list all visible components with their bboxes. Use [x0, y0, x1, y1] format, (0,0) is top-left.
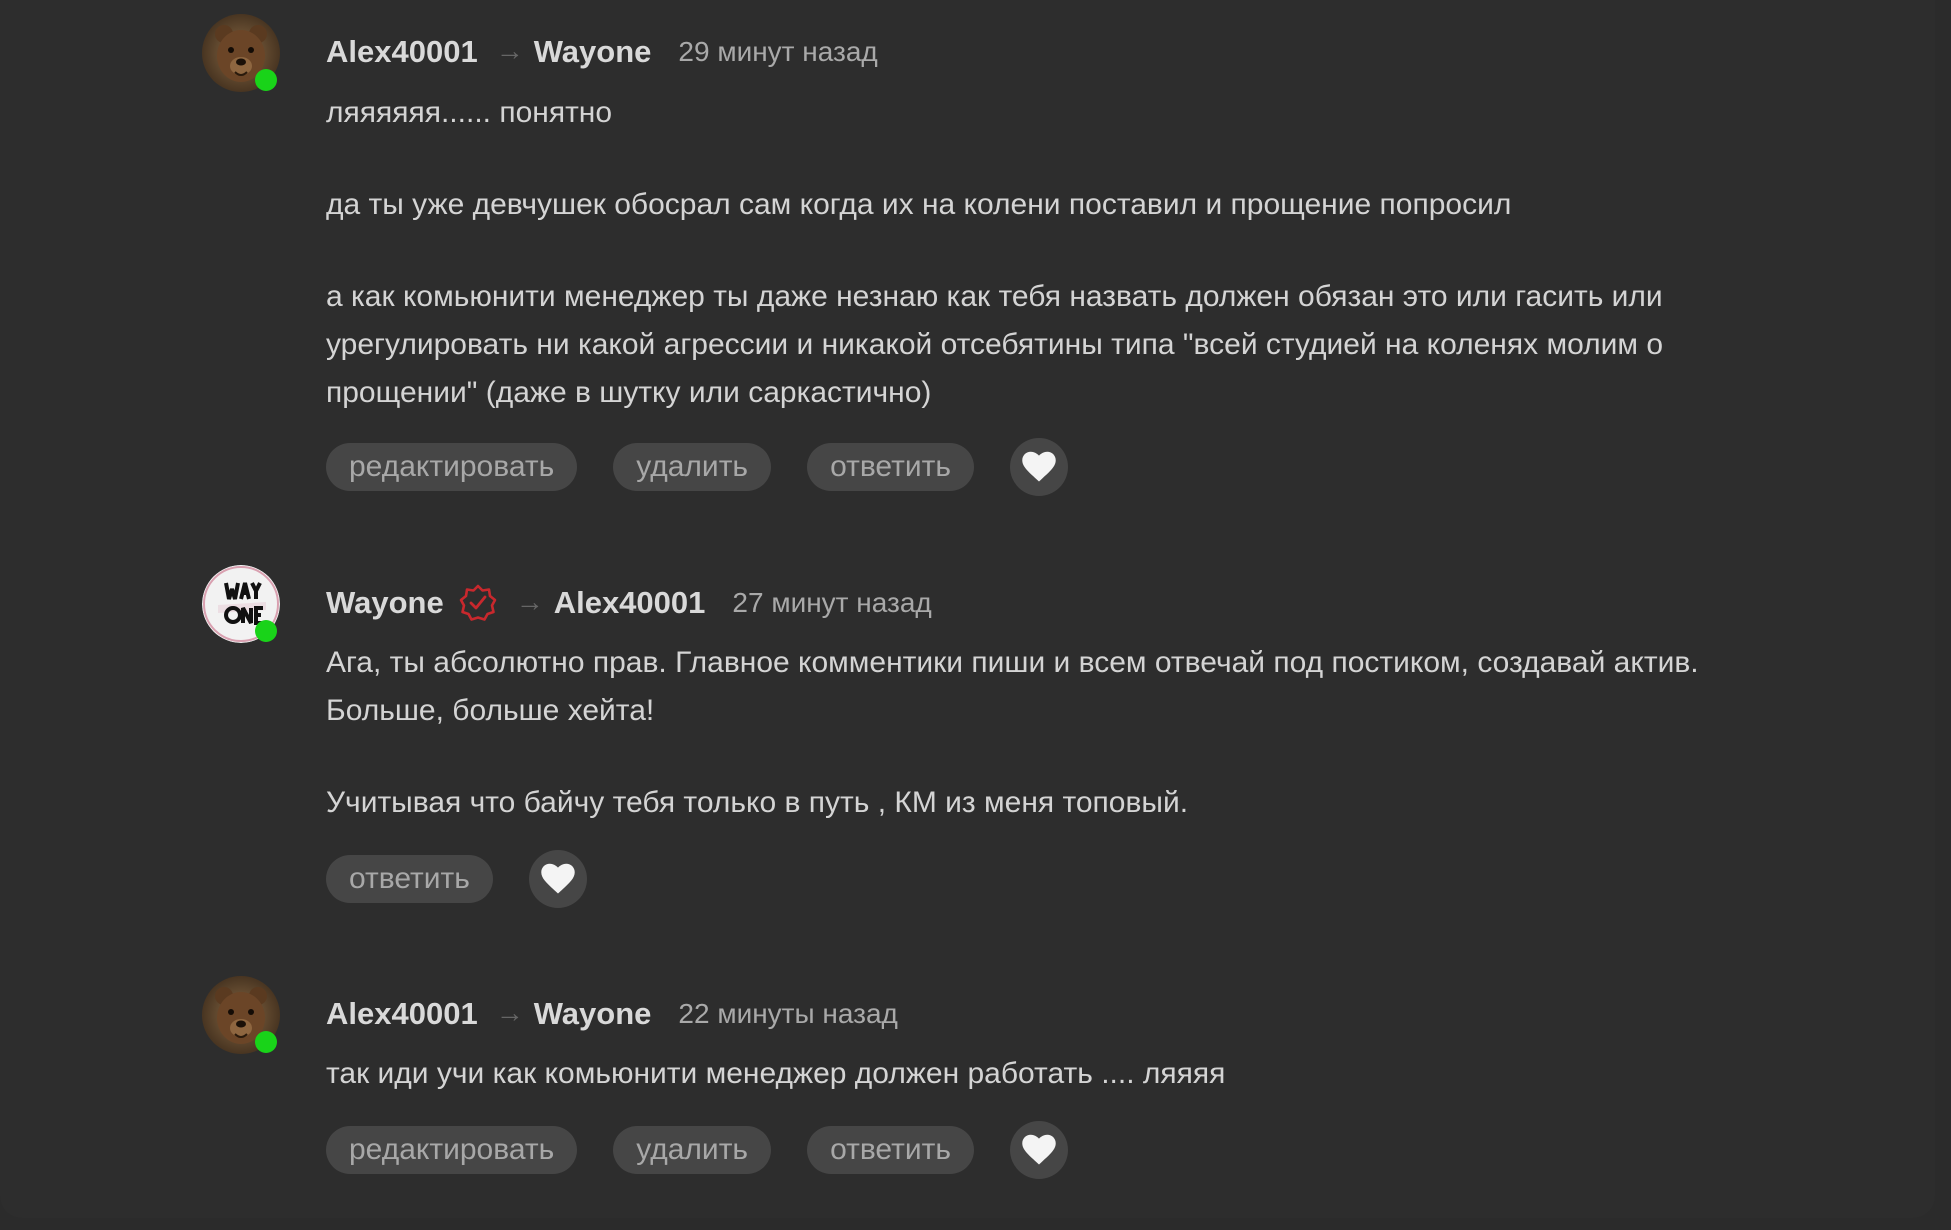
comment-header: Alex40001 → Wayone 29 минут назад	[326, 32, 878, 72]
comment-paragraph: Учитывая что байчу тебя только в путь , …	[326, 786, 1189, 819]
reply-arrow-icon: →	[515, 586, 544, 617]
like-button[interactable]	[1010, 438, 1068, 496]
comment-actions: редактировать удалить ответить	[326, 1121, 1068, 1179]
comment-actions: ответить	[326, 850, 587, 908]
verified-badge-icon	[459, 584, 497, 621]
reply-button[interactable]: ответить	[807, 443, 974, 491]
reply-arrow-icon: →	[495, 35, 524, 66]
reply-button[interactable]: ответить	[807, 1126, 974, 1174]
avatar[interactable]	[202, 565, 280, 643]
online-indicator	[255, 69, 277, 91]
heart-icon	[541, 863, 575, 894]
like-button[interactable]	[528, 850, 587, 908]
comment-paragraph: да ты уже девчушек обосрал сам когда их …	[326, 188, 1512, 221]
author-name[interactable]: Alex40001	[326, 996, 478, 1032]
comment-paragraph: а как комьюнити менеджер ты даже незнаю …	[326, 280, 1664, 409]
recipient-name[interactable]: Wayone	[534, 34, 652, 70]
like-button[interactable]	[1010, 1121, 1068, 1179]
recipient-name[interactable]: Wayone	[534, 996, 652, 1032]
author-name[interactable]: Alex40001	[326, 34, 478, 70]
heart-icon	[1022, 451, 1056, 482]
comment-text: ляяяяяя...... понятно да ты уже девчушек…	[326, 89, 1796, 417]
recipient-name[interactable]: Alex40001	[554, 585, 706, 621]
comment-header: Alex40001 → Wayone 22 минуты назад	[326, 994, 898, 1034]
delete-button[interactable]: удалить	[613, 1126, 772, 1174]
comment-paragraph: Ага, ты абсолютно прав. Главное комменти…	[326, 646, 1699, 727]
comment-time[interactable]: 29 минут назад	[678, 36, 877, 68]
comment-actions: редактировать удалить ответить	[326, 438, 1068, 496]
comment-text: Ага, ты абсолютно прав. Главное комменти…	[326, 639, 1796, 827]
comment-header: Wayone → Alex40001 27 минут назад	[326, 583, 932, 623]
comment-paragraph: ляяяяяя...... понятно	[326, 96, 613, 129]
comment-time[interactable]: 27 минут назад	[732, 587, 931, 619]
edit-button[interactable]: редактировать	[326, 1126, 578, 1174]
online-indicator	[255, 1031, 277, 1053]
heart-icon	[1022, 1134, 1056, 1165]
online-indicator	[255, 620, 277, 642]
avatar[interactable]	[202, 14, 280, 92]
comment-time[interactable]: 22 минуты назад	[678, 998, 897, 1030]
delete-button[interactable]: удалить	[613, 443, 772, 491]
reply-button[interactable]: ответить	[326, 855, 493, 903]
comment-paragraph: так иди учи как комьюнити менеджер долже…	[326, 1057, 1226, 1090]
avatar[interactable]	[202, 976, 280, 1054]
edit-button[interactable]: редактировать	[326, 443, 578, 491]
author-name[interactable]: Wayone	[326, 585, 444, 621]
comment-text: так иди учи как комьюнити менеджер долже…	[326, 1050, 1796, 1098]
reply-arrow-icon: →	[495, 997, 524, 1028]
